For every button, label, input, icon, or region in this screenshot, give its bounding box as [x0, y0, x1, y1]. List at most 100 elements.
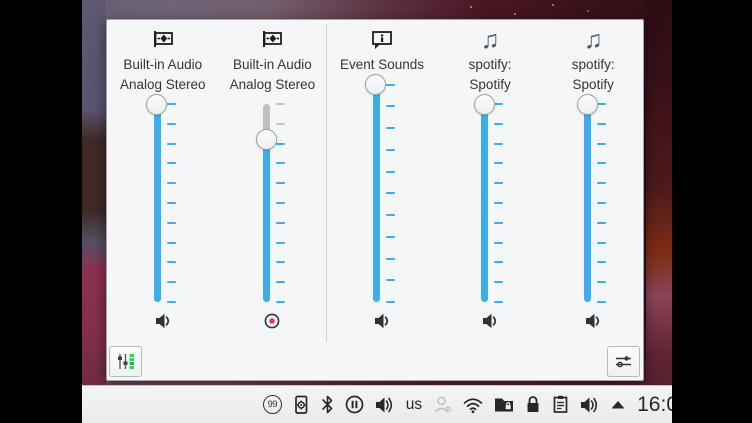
slider-tick: [167, 261, 176, 263]
slider-fill: [373, 85, 380, 302]
slider-tick: [597, 202, 606, 204]
slider-tick: [386, 171, 395, 173]
slider-tick: [276, 301, 285, 303]
slider-tick: [386, 127, 395, 129]
slider-tick: [494, 103, 503, 105]
slider-tick: [167, 143, 176, 145]
music-notes-icon: ♫: [584, 27, 603, 53]
slider-tick: [597, 103, 606, 105]
audio-card-icon: [260, 27, 284, 53]
slider-rail[interactable]: [481, 104, 488, 302]
channel-builtin-audio-2: Built-in Audio Analog Stereo: [219, 20, 327, 342]
configure-sliders-icon: [614, 353, 633, 370]
slider-tick: [386, 149, 395, 151]
user-switch-icon[interactable]: [432, 392, 453, 418]
slider-tick: [597, 123, 606, 125]
volume-icon[interactable]: [374, 392, 396, 418]
system-tray-panel: 99: [82, 385, 672, 423]
mixer-button[interactable]: [109, 346, 142, 377]
media-pause-icon[interactable]: [344, 392, 365, 418]
wallpaper-sparkle: [587, 10, 589, 12]
channel-label: Built-in Audio Analog Stereo: [120, 55, 206, 94]
channel-list: Built-in Audio Analog Stereo: [107, 20, 643, 342]
slider-tick: [276, 242, 285, 244]
wallpaper-left-strip: [82, 0, 106, 423]
slider-tick: [386, 84, 395, 86]
channel-spotify-1: ♫ spotify: Spotify: [437, 20, 544, 342]
slider-tick: [494, 162, 503, 164]
slider-tick: [597, 143, 606, 145]
volume-slider[interactable]: [473, 104, 507, 302]
speaker-icon[interactable]: [153, 308, 173, 334]
slider-tick: [276, 162, 285, 164]
volume-slider[interactable]: [146, 104, 180, 302]
speaker-icon[interactable]: [372, 308, 392, 334]
slider-tick: [386, 236, 395, 238]
slider-tick: [386, 192, 395, 194]
wallpaper-right-strip: [646, 0, 672, 423]
slider-tick: [386, 279, 395, 281]
channel-label: spotify: Spotify: [572, 55, 615, 94]
slider-tick: [494, 182, 503, 184]
volume-icon[interactable]: [579, 392, 601, 418]
channel-builtin-audio-1: Built-in Audio Analog Stereo: [107, 20, 219, 342]
keyboard-layout-indicator[interactable]: us: [405, 392, 423, 418]
volume-mixer-popup: Built-in Audio Analog Stereo: [106, 19, 644, 381]
record-icon[interactable]: [263, 308, 281, 334]
volume-slider[interactable]: [255, 104, 289, 302]
slider-tick: [597, 281, 606, 283]
music-notes-icon: ♫: [481, 27, 500, 53]
audio-settings-button[interactable]: [607, 346, 640, 377]
slider-fill: [481, 104, 488, 302]
slider-rail[interactable]: [584, 104, 591, 302]
expand-arrow-icon[interactable]: [610, 392, 626, 418]
slider-tick: [167, 103, 176, 105]
slider-handle[interactable]: [474, 94, 495, 115]
kdeconnect-icon[interactable]: [291, 392, 311, 418]
channel-event-sounds: Event Sounds: [327, 20, 437, 342]
slider-handle[interactable]: [365, 74, 386, 95]
slider-fill: [584, 104, 591, 302]
slider-tick: [597, 261, 606, 263]
slider-tick: [494, 281, 503, 283]
speaker-icon[interactable]: [480, 308, 500, 334]
wallpaper-sparkle: [470, 6, 472, 8]
slider-rail[interactable]: [154, 104, 161, 302]
slider-tick: [167, 242, 176, 244]
desktop-screen: Built-in Audio Analog Stereo: [82, 0, 672, 423]
slider-tick: [494, 123, 503, 125]
slider-tick: [494, 301, 503, 303]
slider-ticks: [167, 104, 177, 302]
slider-tick: [494, 242, 503, 244]
audio-card-icon: [151, 27, 175, 53]
wifi-icon[interactable]: [462, 392, 484, 418]
slider-tick: [276, 123, 285, 125]
slider-tick: [597, 162, 606, 164]
slider-handle[interactable]: [577, 94, 598, 115]
slider-tick: [386, 214, 395, 216]
slider-tick: [276, 222, 285, 224]
clipboard-icon[interactable]: [551, 392, 570, 418]
slider-tick: [167, 301, 176, 303]
slider-tick: [386, 301, 395, 303]
slider-tick: [167, 222, 176, 224]
channel-label: Built-in Audio Analog Stereo: [230, 55, 316, 94]
slider-tick: [276, 202, 285, 204]
slider-tick: [167, 202, 176, 204]
slider-ticks: [494, 104, 504, 302]
slider-tick: [494, 202, 503, 204]
battery-badge[interactable]: 99: [263, 392, 282, 418]
volume-slider[interactable]: [576, 104, 610, 302]
bluetooth-icon[interactable]: [320, 392, 335, 418]
slider-rail[interactable]: [373, 85, 380, 302]
vault-icon[interactable]: [493, 392, 515, 418]
wallpaper-sparkle: [514, 13, 516, 15]
notification-bubble-icon: [370, 27, 394, 53]
slider-handle[interactable]: [256, 129, 277, 150]
slider-tick: [597, 182, 606, 184]
lock-icon[interactable]: [524, 392, 542, 418]
speaker-icon[interactable]: [583, 308, 603, 334]
volume-slider[interactable]: [365, 85, 399, 302]
slider-handle[interactable]: [146, 94, 167, 115]
clock[interactable]: 16:0: [637, 393, 672, 417]
